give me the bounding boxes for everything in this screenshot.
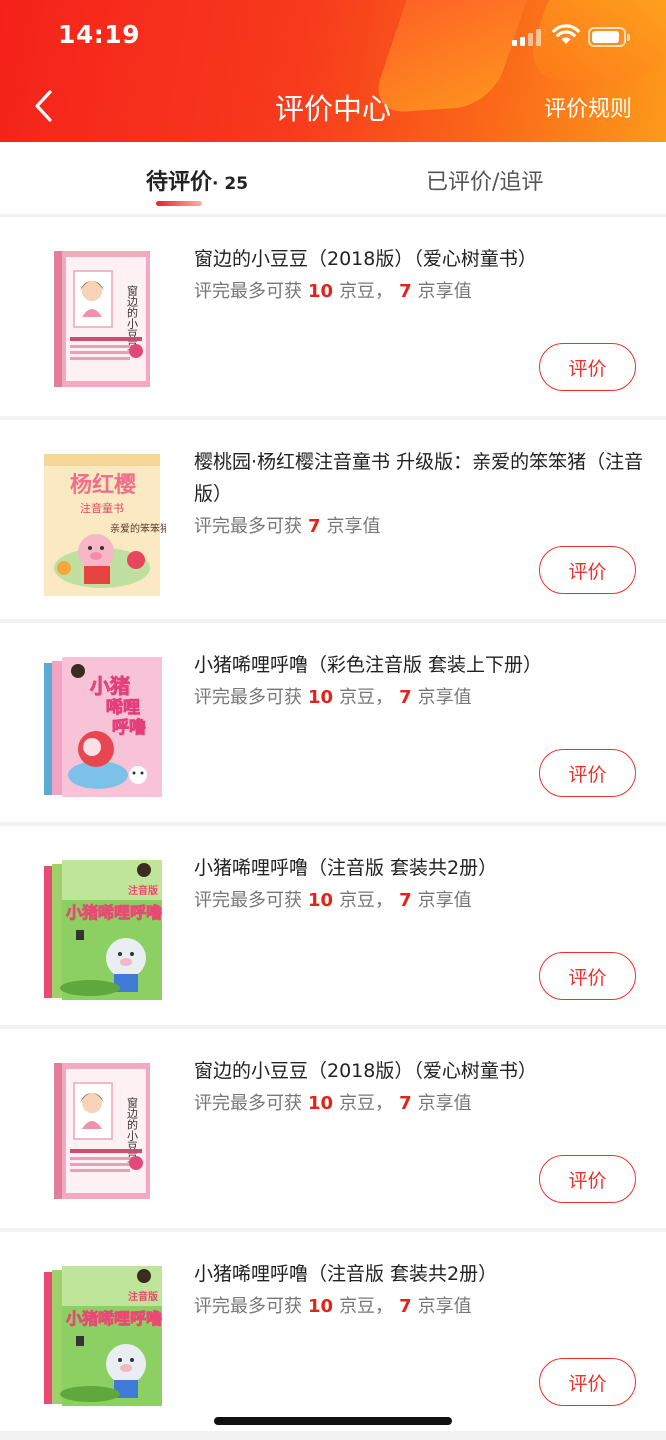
points-unit: 京享值 [417,1296,472,1317]
reward-info: 评完最多可获 10 京豆， 7 京享值 [194,886,472,912]
points-unit: 京享值 [417,687,472,708]
status-icons [512,24,632,48]
tab-pending-reviews[interactable]: 待评价· 25 [146,164,248,204]
book-title[interactable]: 樱桃园·杨红樱注音童书 升级版：亲爱的笨笨猪（注音版） [194,446,644,510]
book-cover-image[interactable]: 杨红樱 注音童书 亲爱的笨笨猪 [40,448,170,596]
review-item: 杨红樱 注音童书 亲爱的笨笨猪 樱桃园·杨红樱注音童书 升级版：亲爱的笨笨猪（注… [0,420,666,619]
cover-tag-text: 注音版 [128,1290,158,1303]
points-amount: 7 [399,687,412,708]
write-review-button[interactable]: 评价 [539,343,636,391]
reward-info: 评完最多可获 10 京豆， 7 京享值 [194,1089,472,1115]
reward-prefix: 评完最多可获 [194,281,302,302]
book-title[interactable]: 窗边的小豆豆（2018版）（爱心树童书） [194,243,644,275]
wifi-icon [552,24,580,44]
book-cover-image[interactable]: 窗边的小豆豆 [40,1057,166,1205]
pending-count-badge: · 25 [212,174,249,194]
points-amount: 7 [399,1093,412,1114]
write-review-button[interactable]: 评价 [539,546,636,594]
beans-amount: 10 [308,1093,334,1114]
write-review-button[interactable]: 评价 [539,952,636,1000]
beans-unit: 京豆， [339,890,394,911]
cover-title-text: 小猪唏哩呼噜 [66,903,162,922]
reward-prefix: 评完最多可获 [194,1296,302,1317]
reward-info: 评完最多可获 10 京豆， 7 京享值 [194,277,472,303]
header-bar: 14:19 评价中心 评价规则 [0,0,666,142]
cover-series-text: 注音童书 [80,501,124,515]
write-review-button[interactable]: 评价 [539,1155,636,1203]
cover-title-line-2: 唏哩 [106,697,140,718]
points-unit: 京享值 [417,890,472,911]
points-amount: 7 [399,890,412,911]
battery-level [592,31,619,43]
review-item: 小猪 唏哩 呼噜 小猪唏哩呼噜（彩色注音版 套装上下册） 评完最多可获 10 京豆， 7… [0,623,666,822]
reward-prefix: 评完最多可获 [194,890,302,911]
beans-amount: 10 [308,890,334,911]
review-rules-link[interactable]: 评价规则 [544,91,632,123]
book-cover-image[interactable]: 注音版 小猪唏哩呼噜 [40,854,166,1002]
active-tab-indicator [156,201,202,206]
write-review-button[interactable]: 评价 [539,749,636,797]
book-title[interactable]: 小猪唏哩呼噜（注音版 套装共2册） [194,1258,644,1290]
beans-unit: 京豆， [339,1093,394,1114]
battery-icon [588,27,630,47]
beans-unit: 京豆， [339,687,394,708]
review-item: 窗边的小豆豆 窗边的小豆豆（2018版）（爱心树童书） 评完最多可获 10 京豆， 7 京… [0,217,666,416]
book-title[interactable]: 窗边的小豆豆（2018版）（爱心树童书） [194,1055,644,1087]
beans-unit: 京豆， [339,1296,394,1317]
home-indicator [214,1417,452,1425]
points-amount: 7 [308,516,321,537]
book-title[interactable]: 小猪唏哩呼噜（注音版 套装共2册） [194,852,644,884]
reward-prefix: 评完最多可获 [194,516,302,537]
status-time: 14:19 [58,20,141,49]
reward-info: 评完最多可获 7 京享值 [194,512,381,538]
cover-title-text: 小猪唏哩呼噜 [66,1309,162,1328]
beans-amount: 10 [308,281,334,302]
book-cover-image[interactable]: 小猪 唏哩 呼噜 [40,651,166,799]
tab-completed-reviews[interactable]: 已评价/追评 [426,164,543,204]
review-tabs: 待评价· 25 已评价/追评 [0,142,666,214]
points-amount: 7 [399,1296,412,1317]
cover-subtitle-text: 亲爱的笨笨猪 [110,522,166,535]
cover-title-line-1: 小猪 [90,674,130,698]
tab-label: 已评价/追评 [426,170,544,195]
book-title[interactable]: 小猪唏哩呼噜（彩色注音版 套装上下册） [194,649,644,681]
reward-info: 评完最多可获 10 京豆， 7 京享值 [194,1292,472,1318]
reward-prefix: 评完最多可获 [194,1093,302,1114]
points-unit: 京享值 [417,1093,472,1114]
review-item: 注音版 小猪唏哩呼噜 小猪唏哩呼噜（注音版 套装共2册） 评完最多可获 10 京豆， 7… [0,826,666,1025]
cover-title-line-3: 呼噜 [112,717,146,738]
review-item: 窗边的小豆豆 窗边的小豆豆（2018版）（爱心树童书） 评完最多可获 10 京豆， 7 京… [0,1029,666,1228]
beans-amount: 10 [308,1296,334,1317]
reward-prefix: 评完最多可获 [194,687,302,708]
reward-info: 评完最多可获 10 京豆， 7 京享值 [194,683,472,709]
cover-brand-text: 杨红樱 [70,472,136,498]
beans-amount: 10 [308,687,334,708]
points-unit: 京享值 [326,516,381,537]
review-item: 注音版 小猪唏哩呼噜 小猪唏哩呼噜（注音版 套装共2册） 评完最多可获 10 京豆， 7… [0,1232,666,1431]
write-review-button[interactable]: 评价 [539,1358,636,1406]
book-cover-image[interactable]: 窗边的小豆豆 [40,245,166,393]
beans-unit: 京豆， [339,281,394,302]
tab-label: 待评价 [146,170,213,195]
cover-tag-text: 注音版 [128,884,158,897]
book-cover-image[interactable]: 注音版 小猪唏哩呼噜 [40,1260,166,1408]
points-unit: 京享值 [417,281,472,302]
points-amount: 7 [399,281,412,302]
pending-review-list: 窗边的小豆豆 窗边的小豆豆（2018版）（爱心树童书） 评完最多可获 10 京豆， 7 京… [0,217,666,1435]
signal-icon [512,28,542,46]
